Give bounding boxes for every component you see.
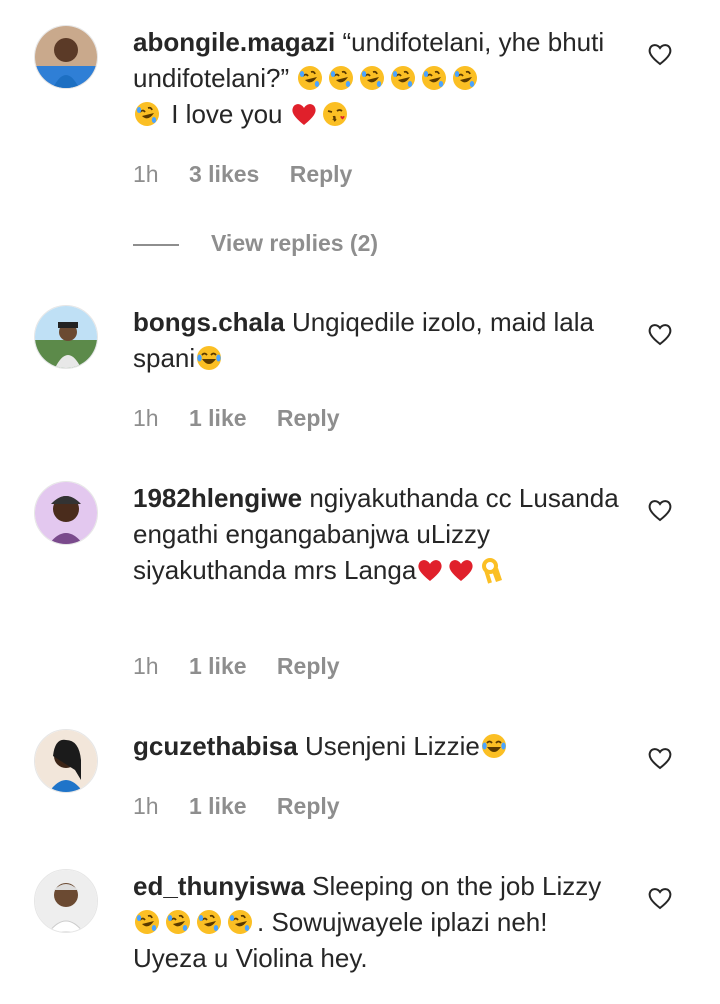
comment-meta: 1h 3 likes Reply <box>133 159 376 189</box>
username[interactable]: bongs.chala <box>133 307 285 337</box>
rofl-emoji <box>133 908 161 936</box>
comment-meta: 1h 1 like Reply <box>133 791 364 821</box>
rofl-emoji <box>133 100 161 128</box>
joy-emoji <box>195 344 223 372</box>
reply-button[interactable]: Reply <box>277 793 340 819</box>
likes-count[interactable]: 1 like <box>189 405 247 431</box>
avatar[interactable] <box>34 869 98 933</box>
like-heart-icon[interactable] <box>647 745 673 771</box>
rofl-emoji <box>296 64 324 92</box>
username[interactable]: ed_thunyiswa <box>133 871 305 901</box>
rofl-emoji <box>226 908 254 936</box>
red-heart-emoji <box>290 100 318 128</box>
rofl-emoji <box>358 64 386 92</box>
kiss-face-emoji <box>321 100 349 128</box>
rofl-emoji <box>195 908 223 936</box>
comment-text: ed_thunyiswa Sleeping on the job Lizzy .… <box>133 868 623 976</box>
timestamp: 1h <box>133 653 159 679</box>
joy-emoji <box>480 732 508 760</box>
reply-button[interactable]: Reply <box>277 653 340 679</box>
avatar[interactable] <box>34 729 98 793</box>
view-replies-button[interactable]: View replies (2) <box>133 228 378 258</box>
comment-text: 1982hlengiwe ngiyakuthanda cc Lusanda en… <box>133 483 619 585</box>
comment-text: abongile.magazi “undifotelani, yhe bhuti… <box>133 24 623 132</box>
avatar[interactable] <box>34 481 98 545</box>
rofl-emoji <box>420 64 448 92</box>
timestamp: 1h <box>133 161 159 187</box>
comment-meta: 1h 1 like Reply <box>133 651 364 681</box>
username[interactable]: 1982hlengiwe <box>133 483 302 513</box>
like-heart-icon[interactable] <box>647 497 673 523</box>
reply-button[interactable]: Reply <box>277 405 340 431</box>
reply-button[interactable]: Reply <box>290 161 353 187</box>
rofl-emoji <box>389 64 417 92</box>
rofl-emoji <box>164 908 192 936</box>
like-heart-icon[interactable] <box>647 885 673 911</box>
divider-line <box>133 243 179 246</box>
like-heart-icon[interactable] <box>647 321 673 347</box>
avatar[interactable] <box>34 305 98 369</box>
red-heart-emoji <box>416 556 444 584</box>
like-heart-icon[interactable] <box>647 41 673 67</box>
timestamp: 1h <box>133 793 159 819</box>
red-heart-emoji <box>447 556 475 584</box>
comment-meta: 1h 1 like Reply <box>133 403 364 433</box>
avatar[interactable] <box>34 25 98 89</box>
comment-text: gcuzethabisa Usenjeni Lizzie <box>133 728 623 764</box>
rofl-emoji <box>327 64 355 92</box>
comment-text: bongs.chala Ungiqedile izolo, maid lala … <box>133 307 594 373</box>
likes-count[interactable]: 1 like <box>189 793 247 819</box>
likes-count[interactable]: 1 like <box>189 653 247 679</box>
timestamp: 1h <box>133 405 159 431</box>
rofl-emoji <box>451 64 479 92</box>
ok-hand-emoji <box>478 556 506 584</box>
likes-count[interactable]: 3 likes <box>189 161 259 187</box>
username[interactable]: abongile.magazi <box>133 27 335 57</box>
username[interactable]: gcuzethabisa <box>133 731 298 761</box>
